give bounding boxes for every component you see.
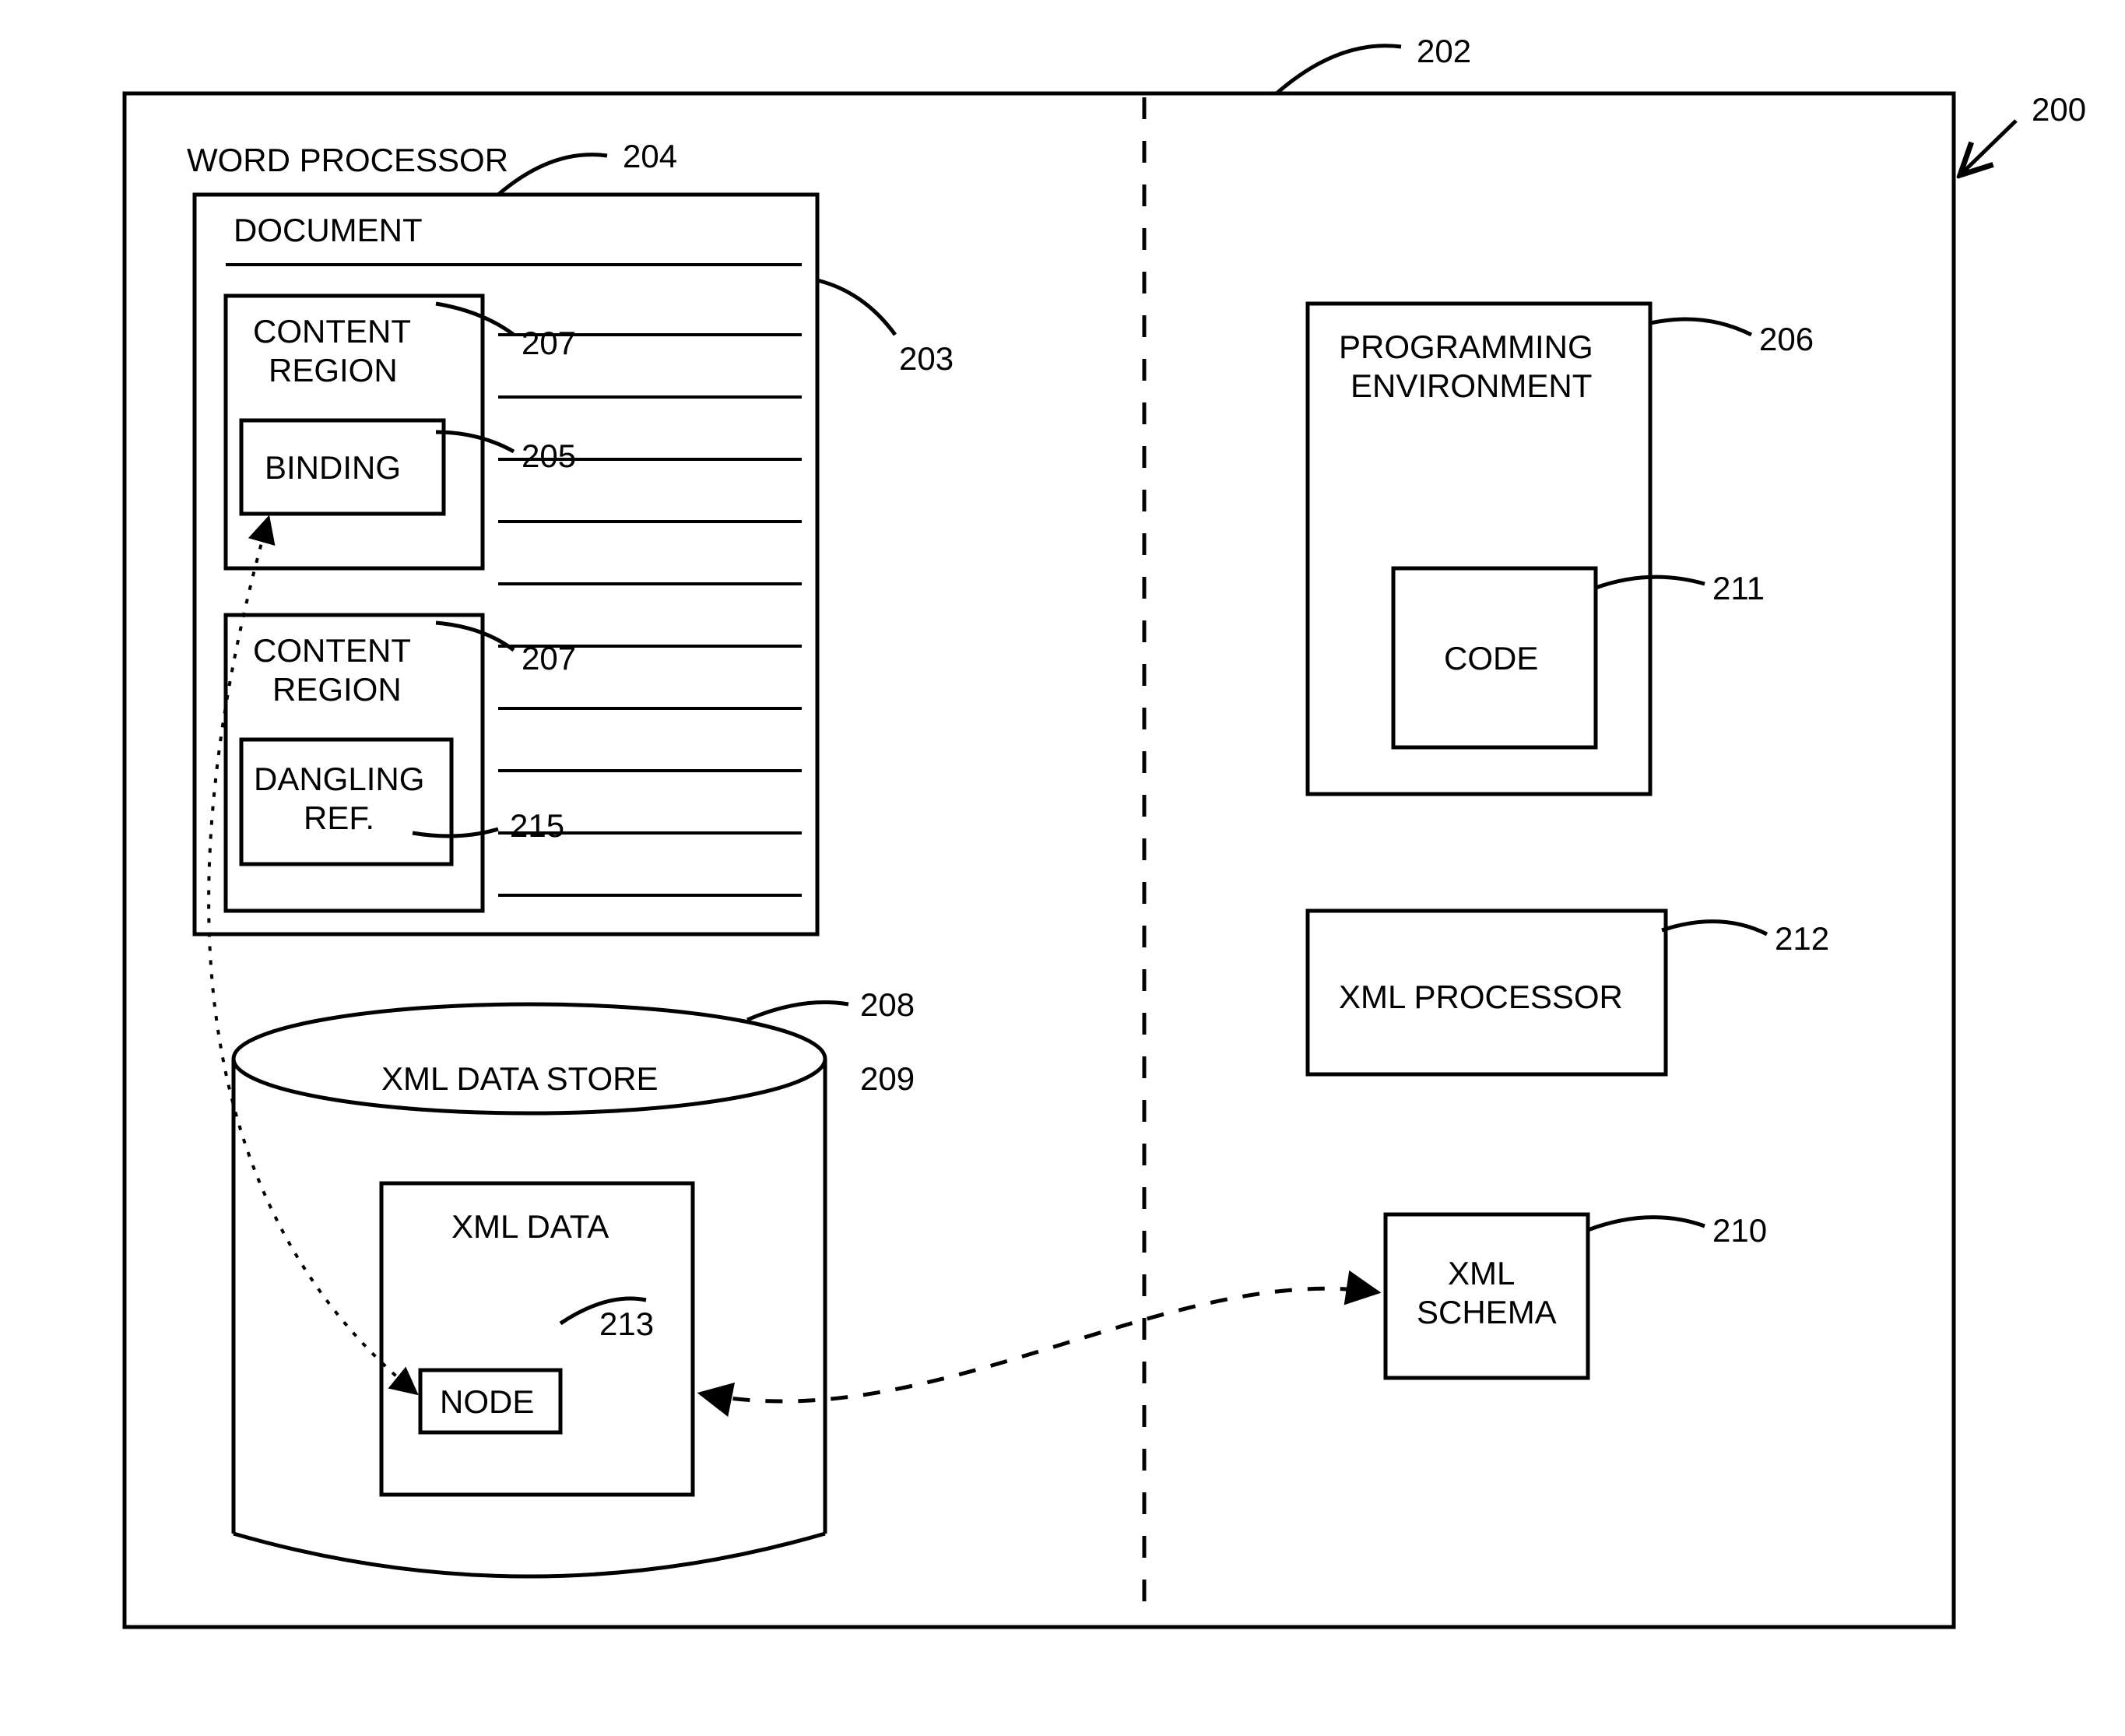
content-region-1-label-a: CONTENT [253,313,411,350]
xml-data-label: XML DATA [451,1208,609,1245]
programming-env-label-a: PROGRAMMING [1339,329,1593,365]
ref-209-label: 209 [860,1060,915,1097]
node-label: NODE [440,1383,534,1420]
ref-200: 200 [1960,91,2086,175]
dangling-ref-label-b: REF. [304,799,374,836]
ref-206: 206 [1650,319,1814,357]
ref-208-label: 208 [860,986,915,1023]
document-label: DOCUMENT [234,212,423,248]
ref-206-label: 206 [1759,321,1814,357]
ref-210: 210 [1588,1212,1767,1249]
word-processor-label: WORD PROCESSOR [187,142,508,178]
content-region-2-label-a: CONTENT [253,632,411,669]
ref-203-label: 203 [899,340,954,377]
ref-207a-label: 207 [522,325,576,361]
ref-204-label: 204 [623,138,677,174]
ref-202-label: 202 [1417,33,1471,69]
ref-200-label: 200 [2032,91,2086,128]
dangling-ref-label-a: DANGLING [254,761,424,797]
ref-202: 202 [1277,33,1471,93]
ref-204: 204 [498,138,677,195]
xml-processor-label: XML PROCESSOR [1339,979,1623,1015]
ref-212-label: 212 [1775,920,1829,957]
xmldata-schema-arrow [701,1288,1378,1401]
ref-211-label: 211 [1712,570,1765,606]
ref-210-label: 210 [1712,1212,1767,1249]
xml-data-store-label: XML DATA STORE [381,1060,659,1097]
programming-env-label-b: ENVIRONMENT [1351,367,1592,404]
content-region-2-label-b: REGION [272,671,402,708]
ref-215-label: 215 [510,807,564,844]
ref-208: 208 [747,986,915,1023]
ref-213-label: 213 [599,1306,654,1342]
xml-schema-label-b: SCHEMA [1417,1294,1557,1330]
content-region-1-label-b: REGION [269,352,398,388]
xml-schema-label-a: XML [1448,1255,1515,1291]
ref-207b-label: 207 [522,640,576,676]
ref-203: 203 [817,280,954,377]
code-label: CODE [1444,640,1538,676]
binding-label: BINDING [265,449,401,486]
ref-205-label: 205 [522,438,576,474]
ref-211: 211 [1596,570,1765,606]
ref-212: 212 [1662,920,1829,957]
